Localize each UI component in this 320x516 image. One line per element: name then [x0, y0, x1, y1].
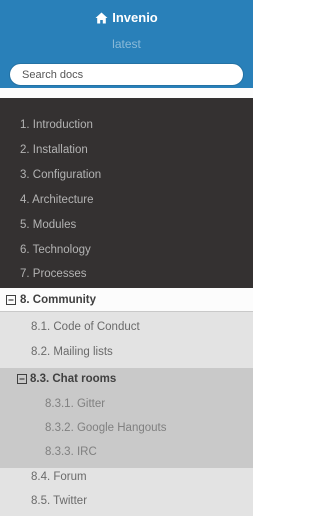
toc-item-architecture[interactable]: 4. Architecture — [20, 190, 94, 210]
toc-item-google-hangouts[interactable]: 8.3.2. Google Hangouts — [45, 418, 166, 438]
toc-item-forum[interactable]: 8.4. Forum — [31, 467, 87, 487]
toc-current-section: 8. Community 8.1. Code of Conduct 8.2. M… — [0, 288, 253, 516]
toc-item-irc[interactable]: 8.3.3. IRC — [45, 442, 97, 462]
toc-item-chat-rooms-label: 8.3. Chat rooms — [30, 373, 117, 385]
toc-item-community[interactable]: 8. Community — [0, 288, 253, 312]
toc-item-gitter[interactable]: 8.3.1. Gitter — [45, 394, 105, 414]
toc-item-configuration[interactable]: 3. Configuration — [20, 165, 101, 185]
minus-square-icon[interactable] — [6, 295, 16, 305]
brand-name: Invenio — [112, 10, 158, 25]
toc-menu: 1. Introduction 2. Installation 3. Confi… — [0, 98, 253, 288]
toc-item-modules[interactable]: 5. Modules — [20, 215, 76, 235]
toc-item-twitter[interactable]: 8.5. Twitter — [31, 491, 87, 511]
toc-item-processes[interactable]: 7. Processes — [20, 264, 86, 284]
minus-square-icon[interactable] — [17, 374, 27, 384]
version-label: latest — [112, 37, 141, 51]
toc-item-introduction[interactable]: 1. Introduction — [20, 115, 93, 135]
home-icon — [95, 12, 108, 24]
toc-item-mailing-lists[interactable]: 8.2. Mailing lists — [31, 342, 113, 362]
sidebar-header: Invenio latest — [0, 0, 253, 88]
brand-link[interactable]: Invenio — [0, 9, 253, 27]
docs-sidebar: Invenio latest 1. Introduction 2. Instal… — [0, 0, 253, 516]
toc-item-installation[interactable]: 2. Installation — [20, 140, 88, 160]
toc-item-community-label: 8. Community — [20, 294, 97, 306]
toc-item-technology[interactable]: 6. Technology — [20, 240, 91, 260]
toc-item-chat-rooms[interactable]: 8.3. Chat rooms 8.3.1. Gitter 8.3.2. Goo… — [0, 368, 253, 468]
toc-item-code-of-conduct[interactable]: 8.1. Code of Conduct — [31, 317, 140, 337]
search-input[interactable] — [9, 63, 244, 86]
